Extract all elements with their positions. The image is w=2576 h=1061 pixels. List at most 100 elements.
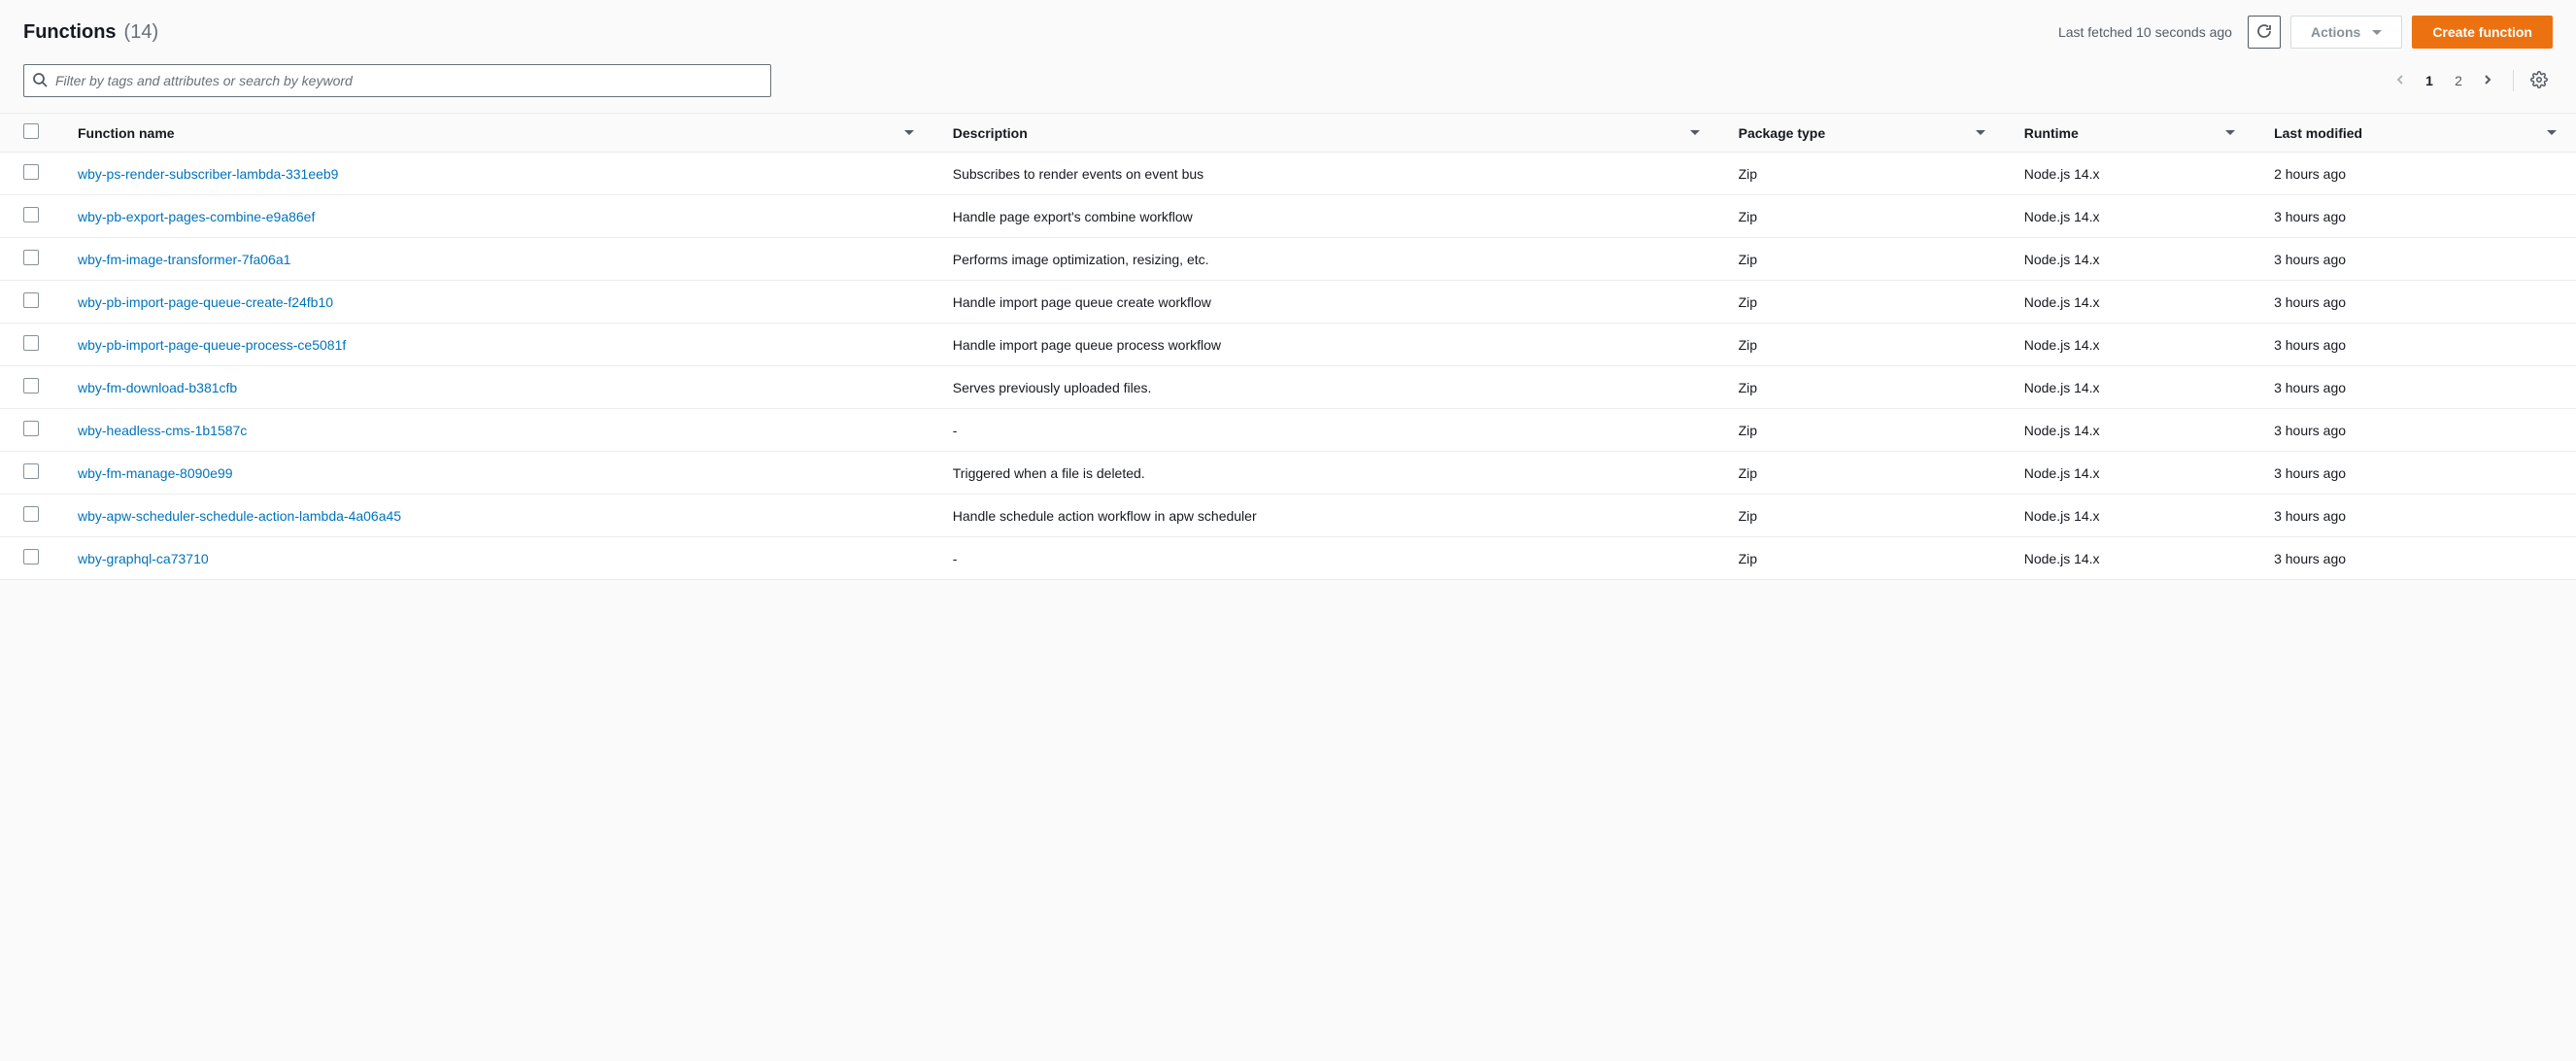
gear-icon <box>2530 71 2548 91</box>
function-name-link[interactable]: wby-fm-download-b381cfb <box>78 380 237 395</box>
table-row: wby-fm-image-transformer-7fa06a1 Perform… <box>0 238 2576 281</box>
pagination-next-button[interactable] <box>2474 67 2501 94</box>
cell-last-modified: 3 hours ago <box>2254 324 2576 366</box>
cell-last-modified: 3 hours ago <box>2254 281 2576 324</box>
cell-last-modified: 2 hours ago <box>2254 153 2576 195</box>
col-header-runtime-label: Runtime <box>2024 125 2079 141</box>
cell-last-modified: 3 hours ago <box>2254 452 2576 495</box>
function-name-link[interactable]: wby-apw-scheduler-schedule-action-lambda… <box>78 508 401 524</box>
cell-function-name: wby-pb-export-pages-combine-e9a86ef <box>58 195 933 238</box>
row-checkbox-cell <box>0 324 58 366</box>
row-checkbox-cell <box>0 452 58 495</box>
settings-button[interactable] <box>2525 67 2553 94</box>
table-row: wby-pb-import-page-queue-process-ce5081f… <box>0 324 2576 366</box>
function-name-link[interactable]: wby-pb-import-page-queue-process-ce5081f <box>78 337 346 353</box>
sort-icon[interactable] <box>904 130 914 135</box>
cell-package-type: Zip <box>1719 281 2005 324</box>
row-checkbox[interactable] <box>23 164 39 180</box>
col-header-checkbox <box>0 114 58 153</box>
title-group: Functions (14) <box>23 21 158 44</box>
header-row: Functions (14) Last fetched 10 seconds a… <box>0 16 2576 64</box>
functions-panel: Functions (14) Last fetched 10 seconds a… <box>0 0 2576 580</box>
function-name-link[interactable]: wby-headless-cms-1b1587c <box>78 423 247 438</box>
row-checkbox[interactable] <box>23 292 39 308</box>
cell-function-name: wby-headless-cms-1b1587c <box>58 409 933 452</box>
col-header-package-type-label: Package type <box>1739 125 1826 141</box>
function-name-link[interactable]: wby-pb-export-pages-combine-e9a86ef <box>78 209 315 224</box>
row-checkbox-cell <box>0 153 58 195</box>
sort-icon[interactable] <box>2225 130 2235 135</box>
cell-description: Performs image optimization, resizing, e… <box>933 238 1719 281</box>
search-box[interactable] <box>23 64 771 97</box>
sort-icon[interactable] <box>1690 130 1700 135</box>
cell-last-modified: 3 hours ago <box>2254 366 2576 409</box>
row-checkbox[interactable] <box>23 549 39 565</box>
row-checkbox[interactable] <box>23 250 39 265</box>
row-checkbox-cell <box>0 409 58 452</box>
row-checkbox[interactable] <box>23 463 39 479</box>
cell-runtime: Node.js 14.x <box>2005 195 2254 238</box>
cell-description: Handle schedule action workflow in apw s… <box>933 495 1719 537</box>
cell-description: Serves previously uploaded files. <box>933 366 1719 409</box>
page-title-count: (14) <box>124 21 159 44</box>
function-name-link[interactable]: wby-fm-image-transformer-7fa06a1 <box>78 252 290 267</box>
cell-last-modified: 3 hours ago <box>2254 495 2576 537</box>
sort-icon[interactable] <box>1976 130 1985 135</box>
row-checkbox-cell <box>0 238 58 281</box>
cell-runtime: Node.js 14.x <box>2005 409 2254 452</box>
refresh-button[interactable] <box>2248 16 2281 49</box>
table-row: wby-pb-export-pages-combine-e9a86ef Hand… <box>0 195 2576 238</box>
row-checkbox[interactable] <box>23 506 39 522</box>
cell-description: Handle page export's combine workflow <box>933 195 1719 238</box>
select-all-checkbox[interactable] <box>23 123 39 139</box>
table-row: wby-pb-import-page-queue-create-f24fb10 … <box>0 281 2576 324</box>
pagination-prev-button[interactable] <box>2387 67 2414 94</box>
cell-runtime: Node.js 14.x <box>2005 153 2254 195</box>
col-header-description-label: Description <box>953 125 1028 141</box>
pagination: 1 2 <box>2387 67 2553 94</box>
cell-last-modified: 3 hours ago <box>2254 409 2576 452</box>
function-name-link[interactable]: wby-graphql-ca73710 <box>78 551 209 566</box>
cell-package-type: Zip <box>1719 324 2005 366</box>
divider <box>2513 70 2514 91</box>
cell-last-modified: 3 hours ago <box>2254 238 2576 281</box>
cell-runtime: Node.js 14.x <box>2005 238 2254 281</box>
search-input[interactable] <box>48 73 763 88</box>
refresh-icon <box>2256 23 2272 42</box>
row-checkbox[interactable] <box>23 378 39 394</box>
pagination-page-1[interactable]: 1 <box>2416 67 2443 94</box>
cell-description: Handle import page queue process workflo… <box>933 324 1719 366</box>
function-name-link[interactable]: wby-fm-manage-8090e99 <box>78 465 233 481</box>
cell-runtime: Node.js 14.x <box>2005 495 2254 537</box>
cell-package-type: Zip <box>1719 195 2005 238</box>
row-checkbox[interactable] <box>23 207 39 222</box>
sort-icon[interactable] <box>2547 130 2557 135</box>
table-header-row: Function name Description Package type <box>0 114 2576 153</box>
pagination-page-2[interactable]: 2 <box>2445 67 2472 94</box>
cell-last-modified: 3 hours ago <box>2254 195 2576 238</box>
col-header-runtime[interactable]: Runtime <box>2005 114 2254 153</box>
function-name-link[interactable]: wby-pb-import-page-queue-create-f24fb10 <box>78 294 333 310</box>
create-function-button[interactable]: Create function <box>2412 16 2553 49</box>
row-checkbox[interactable] <box>23 421 39 436</box>
actions-button[interactable]: Actions <box>2290 16 2402 49</box>
col-header-last-modified-label: Last modified <box>2274 125 2362 141</box>
function-name-link[interactable]: wby-ps-render-subscriber-lambda-331eeb9 <box>78 166 338 182</box>
header-actions: Last fetched 10 seconds ago Actions Crea… <box>2058 16 2553 49</box>
page-title: Functions <box>23 21 117 44</box>
cell-runtime: Node.js 14.x <box>2005 324 2254 366</box>
cell-last-modified: 3 hours ago <box>2254 537 2576 580</box>
col-header-description[interactable]: Description <box>933 114 1719 153</box>
row-checkbox-cell <box>0 495 58 537</box>
row-checkbox-cell <box>0 195 58 238</box>
col-header-name[interactable]: Function name <box>58 114 933 153</box>
cell-runtime: Node.js 14.x <box>2005 281 2254 324</box>
cell-package-type: Zip <box>1719 537 2005 580</box>
col-header-last-modified[interactable]: Last modified <box>2254 114 2576 153</box>
chevron-left-icon <box>2394 73 2406 88</box>
cell-function-name: wby-ps-render-subscriber-lambda-331eeb9 <box>58 153 933 195</box>
col-header-package-type[interactable]: Package type <box>1719 114 2005 153</box>
table-row: wby-apw-scheduler-schedule-action-lambda… <box>0 495 2576 537</box>
cell-package-type: Zip <box>1719 366 2005 409</box>
row-checkbox[interactable] <box>23 335 39 351</box>
